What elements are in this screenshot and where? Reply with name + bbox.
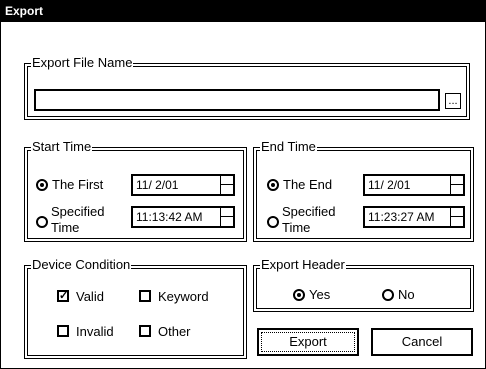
file-name-input[interactable] [34, 89, 440, 111]
start-date-picker[interactable]: 11/ 2/01 [131, 174, 235, 196]
export-header-legend: Export Header [260, 257, 346, 273]
export-dialog: Export Export File Name ... Start Time T… [0, 0, 486, 369]
end-the-end-radio[interactable] [267, 179, 279, 191]
start-time-picker[interactable]: 11:13:42 AM [131, 206, 235, 228]
start-specified-time-radio[interactable] [36, 216, 48, 228]
header-yes-radio[interactable] [293, 289, 305, 301]
keyword-label: Keyword [158, 289, 209, 304]
valid-label: Valid [76, 289, 104, 304]
end-date-picker[interactable]: 11/ 2/01 [363, 174, 465, 196]
end-date-spinner[interactable] [450, 176, 463, 194]
start-specified-label-2: Time [51, 220, 80, 235]
end-time-spinner[interactable] [450, 208, 463, 226]
browse-button[interactable]: ... [445, 93, 461, 109]
export-file-name-legend: Export File Name [31, 55, 134, 71]
end-time-group: End Time The End Specified Time 11/ 2/01… [253, 139, 474, 242]
end-specified-label-1: Specified [282, 204, 336, 219]
end-specified-label-2: Time [282, 220, 311, 235]
start-time-spinner[interactable] [220, 208, 233, 226]
start-the-first-radio[interactable] [36, 179, 48, 191]
end-the-end-label: The End [283, 177, 333, 192]
end-specified-time-radio[interactable] [267, 216, 279, 228]
header-no-label: No [398, 287, 415, 302]
other-label: Other [158, 324, 191, 339]
export-file-name-group: Export File Name ... [24, 55, 470, 120]
other-checkbox[interactable] [139, 325, 151, 337]
end-time-legend: End Time [260, 139, 317, 155]
end-time-picker[interactable]: 11:23:27 AM [363, 206, 465, 228]
header-yes-label: Yes [309, 287, 331, 302]
export-header-group: Export Header Yes No [253, 257, 474, 312]
start-the-first-label: The First [52, 177, 104, 192]
title-bar: Export [1, 1, 485, 22]
start-time-group: Start Time The First Specified Time 11/ … [24, 139, 247, 242]
invalid-label: Invalid [76, 324, 114, 339]
device-condition-group: Device Condition ✓ Valid Keyword Invalid… [24, 257, 247, 359]
start-time-legend: Start Time [31, 139, 93, 155]
window-title: Export [5, 4, 44, 18]
start-specified-label-1: Specified [51, 204, 105, 219]
keyword-checkbox[interactable] [139, 290, 151, 302]
cancel-button[interactable]: Cancel [371, 328, 473, 356]
invalid-checkbox[interactable] [57, 325, 69, 337]
header-no-radio[interactable] [382, 289, 394, 301]
export-button[interactable]: Export [257, 328, 359, 356]
device-condition-legend: Device Condition [31, 257, 132, 273]
start-date-spinner[interactable] [220, 176, 233, 194]
valid-checkbox[interactable]: ✓ [57, 290, 69, 302]
